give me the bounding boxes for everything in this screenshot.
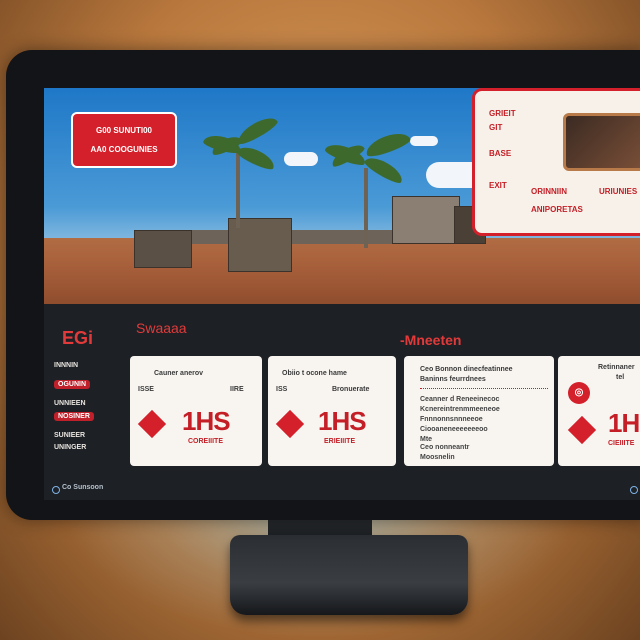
brand-logo-icon: ◎ bbox=[568, 382, 590, 404]
card-sub-left: ISSE bbox=[138, 386, 154, 393]
sidebar-item-4[interactable]: NOSINER bbox=[54, 412, 94, 421]
card-sub: tel bbox=[616, 374, 625, 381]
palm-frond bbox=[362, 152, 406, 187]
hero-banner: G00 SUNUTI00 AA0 COOGUNIES GRIEIT GIT BA… bbox=[44, 88, 640, 304]
card-sub-left: ISS bbox=[276, 386, 288, 393]
sidebar-item-1[interactable]: INNNIN bbox=[54, 362, 78, 369]
card-sub-right: Bronuerate bbox=[332, 386, 370, 393]
sidebar-item-6[interactable]: UNINGER bbox=[54, 444, 86, 451]
card-heading: Cauner anerov bbox=[154, 370, 204, 377]
stat-card-partial[interactable]: Retinnaner tel ◎ 1H CIEIIITE bbox=[558, 356, 640, 466]
card-value: 1H bbox=[608, 408, 640, 438]
list-row: Mte bbox=[420, 436, 433, 443]
palm-trunk bbox=[236, 148, 240, 228]
card-heading: Obiio t ocone hame bbox=[282, 370, 347, 377]
list-row: Ciooaneneeeeeeeoo bbox=[420, 426, 488, 433]
card-sub-right: IIRE bbox=[230, 386, 244, 393]
card-value: 1HS bbox=[182, 406, 231, 436]
diamond-icon bbox=[137, 409, 167, 439]
list-card-heading: Ceo Bonnon dinecfeatinnee bbox=[420, 366, 513, 373]
promo-line1: GRIEIT bbox=[489, 109, 516, 118]
list-row: Ceo nonneantr bbox=[420, 444, 470, 451]
card-heading: Retinnaner bbox=[598, 364, 635, 371]
section-title: Swaaaa bbox=[136, 320, 187, 336]
status-icon bbox=[52, 486, 60, 494]
hero-badge-line1: G00 SUNUTI00 bbox=[95, 126, 153, 135]
card-value: 1HS bbox=[318, 406, 367, 436]
monitor-stand-base bbox=[230, 535, 468, 615]
palm-frond bbox=[235, 142, 278, 173]
cloud bbox=[410, 136, 438, 146]
cloud bbox=[284, 152, 318, 166]
stat-card[interactable]: Cauner anerov ISSE IIRE 1HS COREIIITE bbox=[130, 356, 262, 466]
promo-line2: GIT bbox=[489, 123, 503, 132]
promo-line3: BASE bbox=[489, 149, 512, 158]
section-code: EGi bbox=[62, 328, 94, 348]
list-card-subheading: Baninns feurrdnees bbox=[420, 376, 486, 383]
list-row: Kcnereintrenmmeeneoe bbox=[420, 406, 500, 413]
gate-building bbox=[134, 230, 192, 268]
sidebar-item-3[interactable]: UNNIEEN bbox=[54, 400, 86, 407]
diamond-icon bbox=[275, 409, 305, 439]
hero-badge-line2: AA0 COOGUNIES bbox=[90, 145, 158, 154]
promo-card[interactable]: GRIEIT GIT BASE EXIT ORINNIIN URIUNIES A… bbox=[472, 88, 640, 236]
promo-col-c: ANIPORETAS bbox=[531, 205, 583, 214]
list-row: Moosnelin bbox=[420, 454, 455, 461]
list-card[interactable]: Ceo Bonnon dinecfeatinnee Baninns feurrd… bbox=[404, 356, 554, 466]
palm-frond bbox=[363, 128, 412, 160]
card-foot: COREIIITE bbox=[188, 438, 224, 445]
hero-promo-button[interactable]: G00 SUNUTI00 AA0 COOGUNIES bbox=[71, 112, 177, 168]
palm-trunk bbox=[364, 168, 368, 248]
status-icon-right bbox=[630, 486, 638, 494]
section-title-right: -Mneeten bbox=[400, 332, 462, 348]
monitor-screen: G00 SUNUTI00 AA0 COOGUNIES GRIEIT GIT BA… bbox=[44, 88, 640, 500]
sidebar-item-5[interactable]: SUNIEER bbox=[54, 432, 85, 439]
card-foot: ERIEIIITE bbox=[324, 438, 356, 445]
distant-building bbox=[392, 196, 460, 244]
divider bbox=[420, 388, 548, 389]
promo-thumbnail bbox=[563, 113, 640, 171]
status-text: Co Sunsoon bbox=[62, 484, 104, 491]
diamond-icon bbox=[567, 415, 597, 445]
promo-col-b: URIUNIES bbox=[599, 187, 638, 196]
stat-card[interactable]: Obiio t ocone hame ISS Bronuerate 1HS ER… bbox=[268, 356, 396, 466]
list-row: Fnnnonnsnnneeoe bbox=[420, 416, 483, 423]
card-foot: CIEIIITE bbox=[608, 440, 635, 447]
promo-col-a: ORINNIIN bbox=[531, 187, 567, 196]
list-row: Ceanner d Reneeinecoc bbox=[420, 396, 500, 403]
sidebar-item-2[interactable]: OGUNIN bbox=[54, 380, 90, 389]
promo-line4: EXIT bbox=[489, 181, 507, 190]
